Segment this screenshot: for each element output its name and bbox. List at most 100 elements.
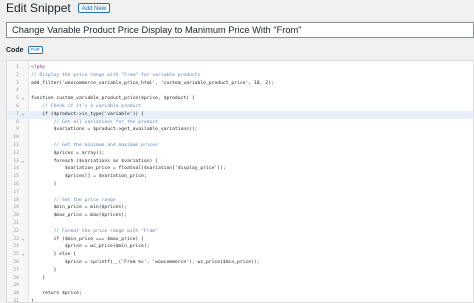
line-number: 20	[13, 213, 19, 219]
code-line[interactable]: 13 ▾ foreach ($variations as $variation) …	[7, 158, 473, 166]
code-line[interactable]: 30 return $price;	[7, 290, 473, 298]
code-line[interactable]: 25 ▾ } else {	[7, 251, 473, 259]
line-number: 13	[13, 158, 19, 164]
line-number: 17	[13, 189, 19, 195]
line-number: 15	[13, 174, 19, 180]
line-number: 8	[16, 119, 19, 125]
code-text: // Get all variations for the product	[31, 119, 158, 125]
code-line[interactable]: 31}	[7, 298, 473, 303]
line-number: 3	[16, 80, 19, 86]
code-text: $variations = $product->get_available_va…	[31, 127, 198, 133]
line-number: 25	[13, 252, 19, 258]
code-line[interactable]: 2 // Display the price range with "From" …	[7, 72, 473, 80]
code-line[interactable]: 15 $prices[] = $variation_price;	[7, 173, 473, 181]
code-text: add_filter('woocommerce_variable_price_h…	[31, 80, 274, 86]
line-number: 26	[13, 259, 19, 265]
code-editor[interactable]: 1 <?php 2 // Display the price range with "…	[6, 60, 474, 303]
line-number: 28	[13, 275, 19, 281]
code-line[interactable]: 29	[7, 282, 473, 290]
code-line[interactable]: 28 }	[7, 275, 473, 283]
code-text: // Get the minimum and maximum prices	[31, 142, 158, 148]
snippet-title-input[interactable]: Change Variable Product Price Display to…	[6, 22, 474, 38]
line-number: 16	[13, 181, 19, 187]
line-number: 24	[13, 244, 19, 250]
code-text: return $price;	[31, 291, 82, 297]
code-text: $prices = array();	[31, 150, 105, 156]
code-text: $prices[] = $variation_price;	[31, 174, 147, 180]
edit-snippet-page: Edit Snippet Add New Change Variable Pro…	[0, 0, 474, 303]
line-number: 7	[16, 111, 19, 117]
code-line[interactable]: 10	[7, 134, 473, 142]
code-line[interactable]: 20 $max_price = max($prices);	[7, 212, 473, 220]
code-text: // Display the price range with "From" f…	[31, 72, 201, 78]
code-section-header: Code PHP	[6, 45, 43, 55]
line-number: 21	[13, 220, 19, 226]
code-text: } else {	[31, 252, 77, 258]
code-text: // Check if it's a variable product	[31, 103, 142, 109]
line-number: 27	[13, 267, 19, 273]
code-line[interactable]: 8 // Get all variations for the product	[7, 119, 473, 127]
fold-toggle-icon[interactable]: ▾	[20, 251, 26, 259]
code-label: Code	[6, 46, 24, 54]
line-number: 23	[13, 236, 19, 242]
code-line[interactable]: 12 $prices = array();	[7, 150, 473, 158]
code-line[interactable]: 23 ▾ if ($min_price === $max_price) {	[7, 236, 473, 244]
code-text: }	[31, 298, 34, 303]
code-line[interactable]: 22 // Format the price range with "From"	[7, 228, 473, 236]
code-line[interactable]: 27 }	[7, 267, 473, 275]
code-line[interactable]: 6 // Check if it's a variable product	[7, 103, 473, 111]
code-text: }	[31, 181, 57, 187]
code-text: }	[31, 275, 46, 281]
code-text: }	[31, 267, 57, 273]
code-lines: 1 <?php 2 // Display the price range with "…	[7, 64, 473, 303]
code-text: $min_price = min($prices);	[31, 205, 127, 211]
code-text: if ($min_price === $max_price) {	[31, 236, 144, 242]
line-number: 6	[16, 103, 19, 109]
code-line[interactable]: 1 <?php	[7, 64, 473, 72]
line-number: 19	[13, 205, 19, 211]
code-line[interactable]: 16 }	[7, 181, 473, 189]
fold-toggle-icon[interactable]: ▾	[20, 111, 26, 119]
code-line[interactable]: 3 add_filter('woocommerce_variable_price_…	[7, 80, 473, 88]
code-line[interactable]: 21	[7, 220, 473, 228]
code-line[interactable]: 19 $min_price = min($prices);	[7, 204, 473, 212]
page-header: Edit Snippet Add New	[6, 0, 111, 16]
line-number: 1	[16, 65, 19, 70]
code-text: <?php	[31, 65, 46, 70]
code-line[interactable]: 7 ▾ if ($product->is_type('variable')) {	[7, 110, 473, 119]
code-text: $max_price = max($prices);	[31, 213, 127, 219]
code-text: if ($product->is_type('variable')) {	[31, 111, 144, 117]
add-new-button[interactable]: Add New	[77, 3, 111, 13]
code-line[interactable]: 4	[7, 87, 473, 95]
page-title: Edit Snippet	[6, 1, 71, 15]
code-text: $price = sprintf(__('From %s', 'woocomme…	[31, 259, 260, 265]
code-text: $price = wc_price($min_price);	[31, 244, 150, 250]
line-number: 5	[16, 96, 19, 102]
code-text: foreach ($variations as $variation) {	[31, 158, 158, 164]
line-number: 31	[13, 298, 19, 303]
line-number: 14	[13, 166, 19, 172]
code-text: // Set the price range	[31, 197, 116, 203]
code-line[interactable]: 9 $variations = $product->get_available_…	[7, 126, 473, 134]
php-badge: PHP	[27, 46, 43, 54]
code-line[interactable]: 24 $price = wc_price($min_price);	[7, 243, 473, 251]
fold-toggle-icon[interactable]: ▾	[20, 95, 26, 103]
code-line[interactable]: 14 $variation_price = floatval($variatio…	[7, 165, 473, 173]
line-number: 29	[13, 283, 19, 289]
code-line[interactable]: 26 $price = sprintf(__('From %s', 'wooco…	[7, 259, 473, 267]
code-line[interactable]: 18 // Set the price range	[7, 197, 473, 205]
line-number: 10	[13, 135, 19, 141]
line-number: 30	[13, 291, 19, 297]
code-line[interactable]: 11 // Get the minimum and maximum prices	[7, 142, 473, 150]
line-number: 4	[16, 88, 19, 94]
code-line[interactable]: 5 ▾ function custom_variable_product_price…	[7, 95, 473, 103]
fold-toggle-icon[interactable]: ▾	[20, 158, 26, 166]
code-text: // Format the price range with "From"	[31, 228, 158, 234]
code-text: function custom_variable_product_price($…	[31, 96, 195, 102]
line-number: 9	[16, 127, 19, 133]
line-number: 2	[16, 72, 19, 78]
line-number: 18	[13, 197, 19, 203]
line-number: 12	[13, 150, 19, 156]
fold-toggle-icon[interactable]: ▾	[20, 236, 26, 244]
code-line[interactable]: 17	[7, 189, 473, 197]
